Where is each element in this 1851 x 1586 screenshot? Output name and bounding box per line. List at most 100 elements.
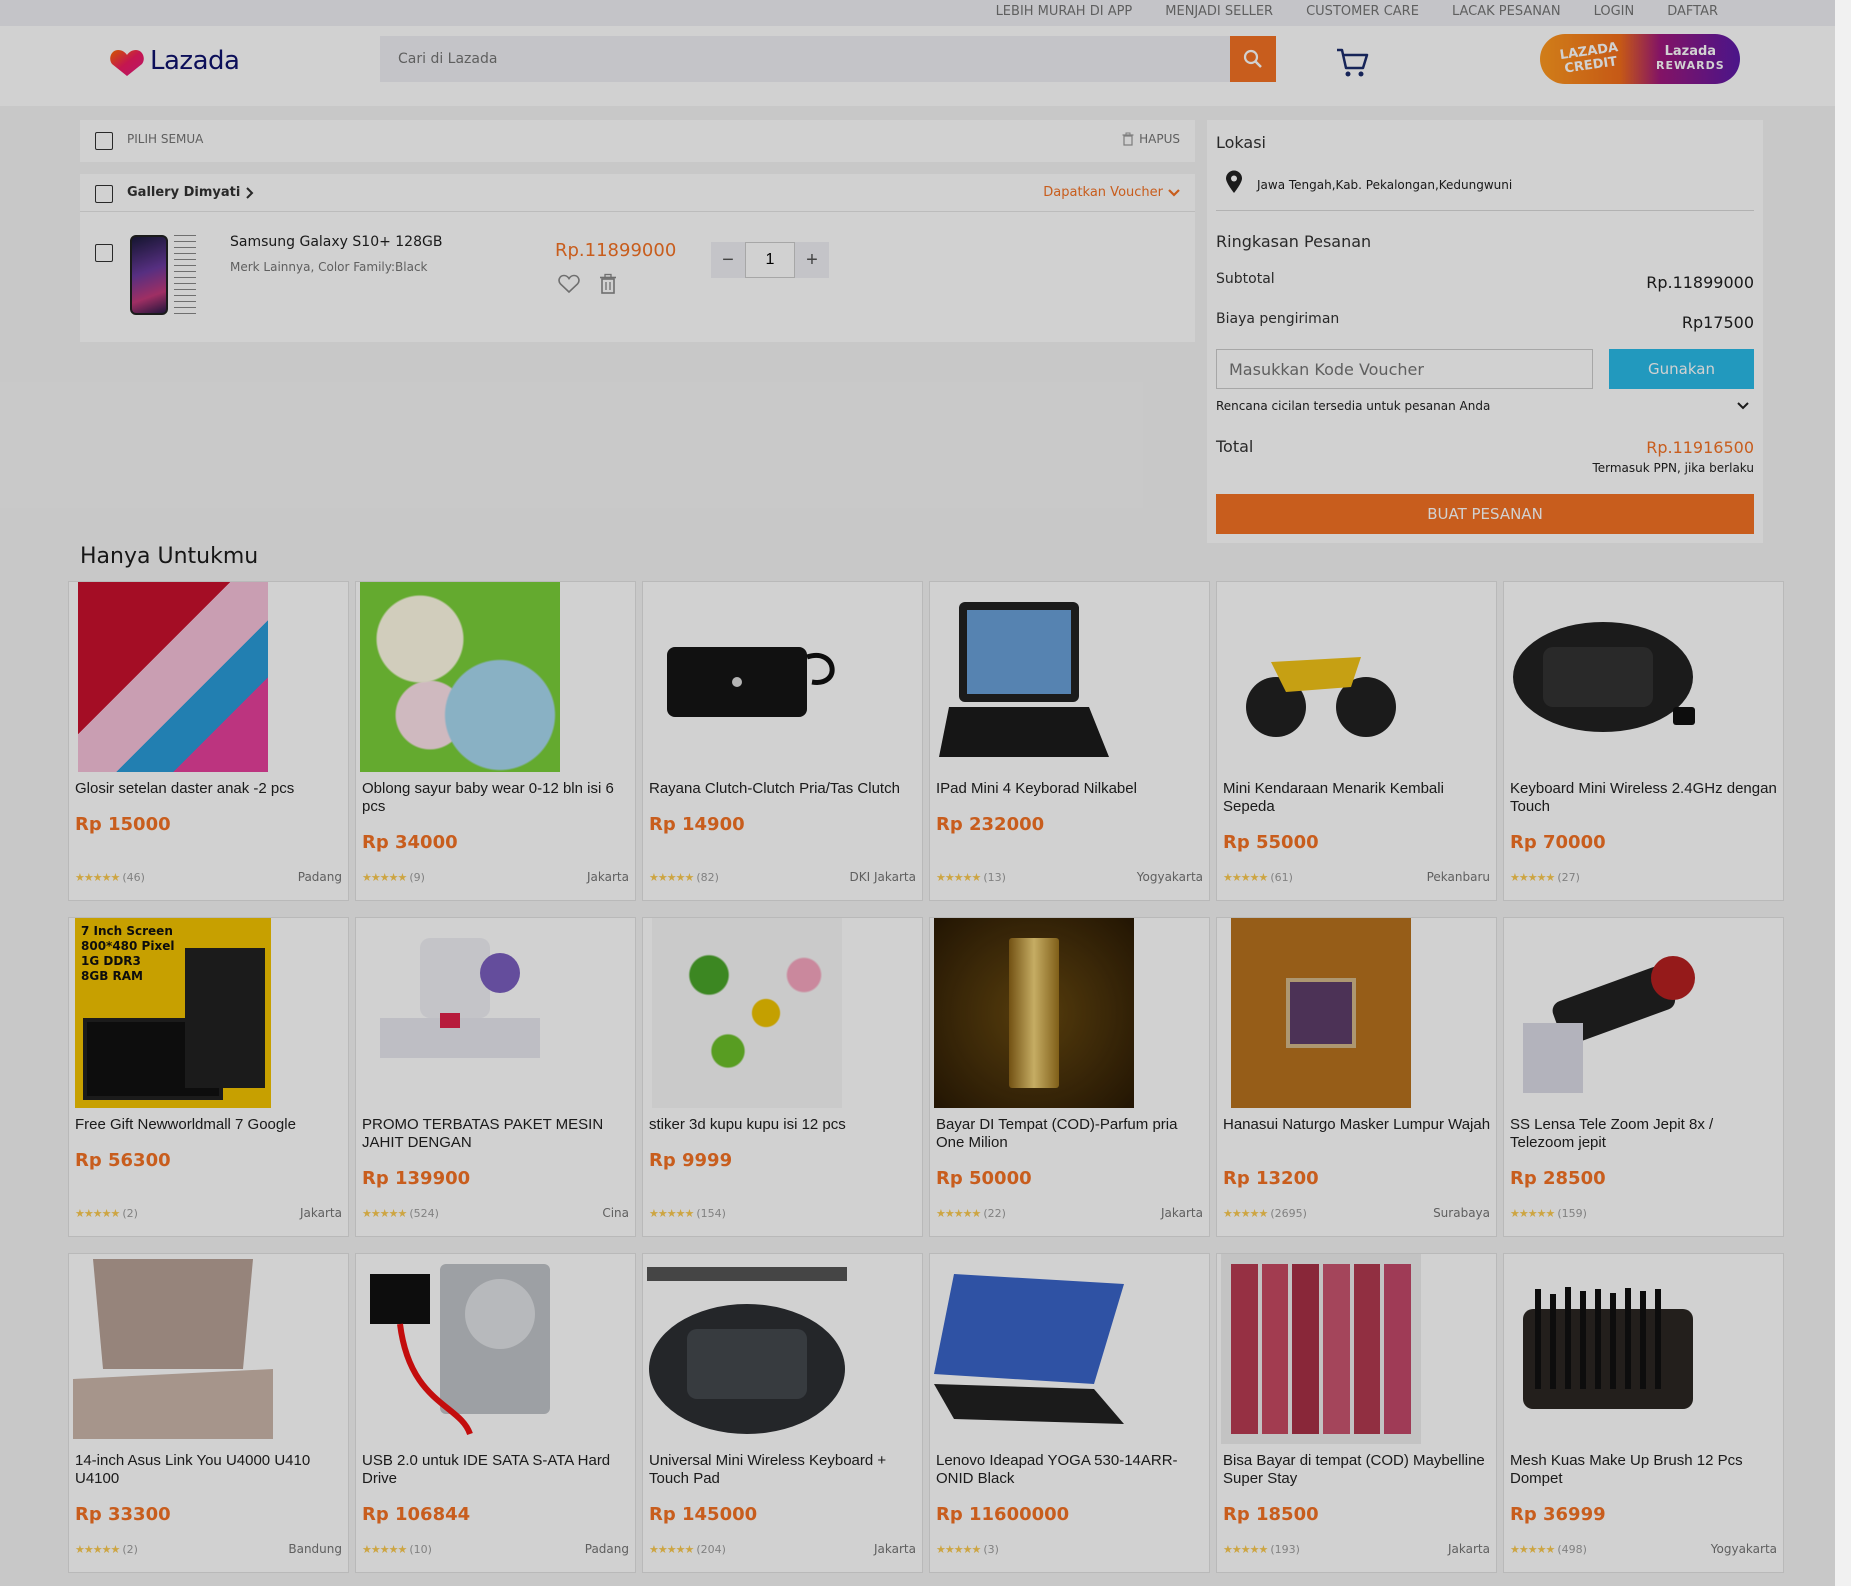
lazada-logo[interactable]: Lazada: [110, 46, 240, 76]
page: LEBIH MURAH DI APP MENJADI SELLER CUSTOM…: [0, 0, 1851, 1586]
select-all-checkbox[interactable]: [95, 132, 113, 150]
product-title[interactable]: PROMO TERBATAS PAKET MESIN JAHIT DENGAN: [362, 1116, 632, 1152]
product-image[interactable]: [647, 582, 847, 772]
product-image[interactable]: [73, 1254, 273, 1444]
wishlist-heart-icon[interactable]: [558, 274, 580, 294]
product-review-count: (9): [409, 871, 425, 884]
product-rating: ★★★★★ (524): [362, 1207, 439, 1220]
product-image[interactable]: [1508, 582, 1708, 772]
top-nav-customer-care[interactable]: CUSTOMER CARE: [1306, 4, 1419, 19]
installment-chevron-down-icon[interactable]: [1737, 402, 1749, 410]
product-card[interactable]: Oblong sayur baby wear 0-12 bln isi 6 pc…: [355, 581, 636, 901]
cart-icon[interactable]: [1334, 44, 1370, 80]
place-order-button[interactable]: BUAT PESANAN: [1216, 494, 1754, 534]
product-card[interactable]: Keyboard Mini Wireless 2.4GHz dengan Tou…: [1503, 581, 1784, 901]
item-thumbnail[interactable]: [130, 232, 210, 318]
product-image[interactable]: [647, 918, 847, 1108]
product-card[interactable]: Lenovo Ideapad YOGA 530-14ARR-ONID Black…: [929, 1253, 1210, 1573]
search-button[interactable]: [1230, 36, 1276, 82]
product-image[interactable]: [647, 1254, 847, 1444]
product-title[interactable]: SS Lensa Tele Zoom Jepit 8x / Telezoom j…: [1510, 1116, 1780, 1152]
product-card[interactable]: Glosir setelan daster anak -2 pcs Rp 150…: [68, 581, 349, 901]
star-rating-icon: ★★★★★: [362, 1543, 407, 1556]
rewards-text: REWARDS: [1655, 59, 1725, 72]
top-nav-track-order[interactable]: LACAK PESANAN: [1452, 4, 1561, 19]
product-title[interactable]: Mesh Kuas Make Up Brush 12 Pcs Dompet: [1510, 1452, 1780, 1488]
star-rating-icon: ★★★★★: [75, 1207, 120, 1220]
product-card[interactable]: Hanasui Naturgo Masker Lumpur Wajah Rp 1…: [1216, 917, 1497, 1237]
product-review-count: (3): [983, 1543, 999, 1556]
qty-value[interactable]: 1: [745, 242, 795, 278]
top-nav-app[interactable]: LEBIH MURAH DI APP: [996, 4, 1133, 19]
delete-all-button[interactable]: HAPUS: [1122, 132, 1180, 146]
chevron-right-icon: [246, 186, 254, 199]
product-price: Rp 232000: [936, 814, 1045, 835]
product-title[interactable]: Universal Mini Wireless Keyboard + Touch…: [649, 1452, 919, 1488]
product-title[interactable]: stiker 3d kupu kupu isi 12 pcs: [649, 1116, 919, 1152]
top-nav-login[interactable]: LOGIN: [1594, 4, 1635, 19]
product-title[interactable]: Oblong sayur baby wear 0-12 bln isi 6 pc…: [362, 780, 632, 816]
product-title[interactable]: Bisa Bayar di tempat (COD) Maybelline Su…: [1223, 1452, 1493, 1488]
product-image[interactable]: [934, 582, 1134, 772]
product-title[interactable]: Free Gift Newworldmall 7 Google: [75, 1116, 345, 1152]
product-image[interactable]: [360, 1254, 560, 1444]
lazada-rewards-banner[interactable]: LAZADA CREDIT Lazada REWARDS: [1540, 34, 1740, 84]
product-image[interactable]: [934, 918, 1134, 1108]
product-image[interactable]: [1221, 582, 1421, 772]
star-rating-icon: ★★★★★: [75, 871, 120, 884]
product-card[interactable]: USB 2.0 untuk IDE SATA S-ATA Hard Drive …: [355, 1253, 636, 1573]
product-card[interactable]: 14-inch Asus Link You U4000 U410 U4100 R…: [68, 1253, 349, 1573]
product-card[interactable]: Mesh Kuas Make Up Brush 12 Pcs Dompet Rp…: [1503, 1253, 1784, 1573]
get-voucher-link[interactable]: Dapatkan Voucher: [1043, 185, 1180, 200]
product-image[interactable]: [73, 582, 273, 772]
product-image[interactable]: [1508, 918, 1708, 1108]
product-card[interactable]: Bayar DI Tempat (COD)-Parfum pria One Mi…: [929, 917, 1210, 1237]
product-title[interactable]: Mini Kendaraan Menarik Kembali Sepeda: [1223, 780, 1493, 816]
search-input[interactable]: [380, 36, 1230, 82]
seller-checkbox[interactable]: [95, 185, 113, 203]
product-title[interactable]: IPad Mini 4 Keyborad Nilkabel: [936, 780, 1206, 816]
location-value[interactable]: Jawa Tengah,Kab. Pekalongan,Kedungwuni: [1257, 178, 1512, 192]
order-summary-panel: Lokasi Jawa Tengah,Kab. Pekalongan,Kedun…: [1207, 120, 1763, 543]
product-title[interactable]: Keyboard Mini Wireless 2.4GHz dengan Tou…: [1510, 780, 1780, 816]
qty-decrease-button[interactable]: −: [711, 242, 745, 278]
product-title[interactable]: Lenovo Ideapad YOGA 530-14ARR-ONID Black: [936, 1452, 1206, 1488]
product-card[interactable]: Bisa Bayar di tempat (COD) Maybelline Su…: [1216, 1253, 1497, 1573]
product-card[interactable]: 7 Inch Screen 800*480 Pixel 1G DDR3 8GB RAM…: [68, 917, 349, 1237]
product-image[interactable]: [360, 582, 560, 772]
installment-note[interactable]: Rencana cicilan tersedia untuk pesanan A…: [1216, 399, 1490, 413]
seller-name[interactable]: Gallery Dimyati: [127, 185, 254, 200]
product-image[interactable]: [1508, 1254, 1708, 1444]
product-image[interactable]: 7 Inch Screen 800*480 Pixel 1G DDR3 8GB RAM: [73, 918, 273, 1108]
top-nav-signup[interactable]: DAFTAR: [1667, 4, 1718, 19]
logo-text: Lazada: [150, 46, 240, 76]
product-title[interactable]: 14-inch Asus Link You U4000 U410 U4100: [75, 1452, 345, 1488]
product-card[interactable]: SS Lensa Tele Zoom Jepit 8x / Telezoom j…: [1503, 917, 1784, 1237]
product-price: Rp 11600000: [936, 1504, 1070, 1525]
scrollbar[interactable]: [1835, 0, 1851, 1586]
apply-voucher-button[interactable]: Gunakan: [1609, 349, 1754, 389]
item-name[interactable]: Samsung Galaxy S10+ 128GB: [230, 234, 442, 250]
product-title[interactable]: USB 2.0 untuk IDE SATA S-ATA Hard Drive: [362, 1452, 632, 1488]
product-title[interactable]: Bayar DI Tempat (COD)-Parfum pria One Mi…: [936, 1116, 1206, 1152]
product-card[interactable]: Rayana Clutch-Clutch Pria/Tas Clutch Rp …: [642, 581, 923, 901]
item-checkbox[interactable]: [95, 244, 113, 262]
product-title[interactable]: Hanasui Naturgo Masker Lumpur Wajah: [1223, 1116, 1493, 1152]
voucher-code-input[interactable]: [1216, 349, 1593, 389]
product-card[interactable]: stiker 3d kupu kupu isi 12 pcs Rp 9999 ★…: [642, 917, 923, 1237]
product-rating: ★★★★★ (3): [936, 1543, 999, 1556]
product-image[interactable]: [360, 918, 560, 1108]
product-image[interactable]: [1221, 1254, 1421, 1444]
product-title[interactable]: Rayana Clutch-Clutch Pria/Tas Clutch: [649, 780, 919, 816]
top-nav-seller[interactable]: MENJADI SELLER: [1165, 4, 1273, 19]
product-image[interactable]: [934, 1254, 1134, 1444]
qty-increase-button[interactable]: +: [795, 242, 829, 278]
product-card[interactable]: PROMO TERBATAS PAKET MESIN JAHIT DENGAN …: [355, 917, 636, 1237]
product-title[interactable]: Glosir setelan daster anak -2 pcs: [75, 780, 345, 816]
product-location: Cina: [602, 1206, 629, 1220]
product-card[interactable]: Universal Mini Wireless Keyboard + Touch…: [642, 1253, 923, 1573]
remove-item-trash-icon[interactable]: [599, 273, 617, 295]
product-image[interactable]: [1221, 918, 1421, 1108]
product-card[interactable]: IPad Mini 4 Keyborad Nilkabel Rp 232000 …: [929, 581, 1210, 901]
product-card[interactable]: Mini Kendaraan Menarik Kembali Sepeda Rp…: [1216, 581, 1497, 901]
